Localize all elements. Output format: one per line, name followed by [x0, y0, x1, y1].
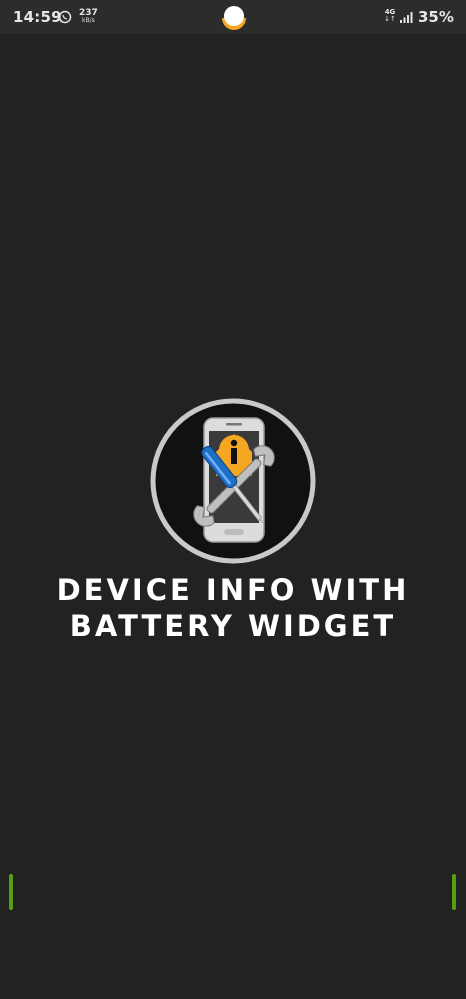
- app-title-line-2: BATTERY WIDGET: [69, 609, 397, 643]
- app-title: DEVICE INFO WITH BATTERY WIDGET: [0, 572, 466, 644]
- signal-icon: [400, 12, 413, 23]
- status-time: 14:59: [13, 8, 62, 26]
- camera-dot-icon: [222, 6, 246, 30]
- network-arrows: ↓↑: [384, 15, 396, 23]
- device-info-logo-icon: [150, 398, 316, 564]
- edge-handle-left[interactable]: [9, 874, 13, 910]
- edge-handle-right[interactable]: [452, 874, 456, 910]
- app-title-line-1: DEVICE INFO WITH: [56, 573, 410, 607]
- whatsapp-icon: [58, 10, 72, 24]
- network-speed: 237 kB/s: [79, 9, 98, 25]
- network-speed-unit: kB/s: [82, 17, 95, 24]
- splash-screen: 14:59 237 kB/s 4G ↓↑ 35% DEVICE INFO WIT…: [0, 0, 466, 999]
- battery-percentage: 35%: [418, 8, 454, 26]
- network-type: 4G ↓↑: [383, 9, 397, 25]
- status-bar: 14:59 237 kB/s 4G ↓↑ 35%: [0, 0, 466, 34]
- network-speed-value: 237: [79, 8, 98, 18]
